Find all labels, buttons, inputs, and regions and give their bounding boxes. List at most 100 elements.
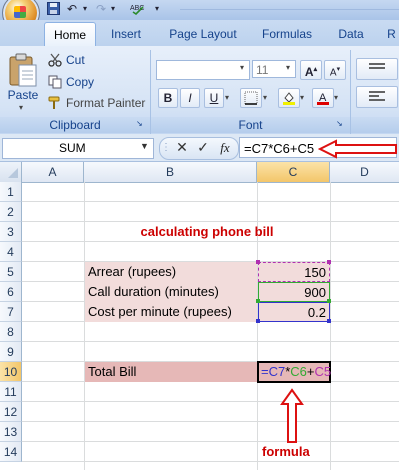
row-header[interactable]: 11: [0, 382, 22, 402]
insert-function-button[interactable]: fx: [216, 139, 234, 156]
row-header[interactable]: 9: [0, 342, 22, 362]
font-color-icon[interactable]: A: [312, 88, 334, 108]
shrink-font-icon[interactable]: A▾: [324, 60, 346, 80]
tab-review-partial[interactable]: R: [384, 22, 399, 46]
row-header[interactable]: 6: [0, 282, 22, 302]
formula-bar-grip-icon: ⋮: [161, 142, 171, 153]
label-cell-total-bill[interactable]: Total Bill: [85, 362, 257, 382]
row-header[interactable]: 5: [0, 262, 22, 282]
select-all-button[interactable]: [0, 162, 22, 182]
row-header[interactable]: 3: [0, 222, 22, 242]
gridline: [22, 341, 399, 342]
gridline: [22, 201, 399, 202]
formula-text: =C7*C6+C5: [244, 141, 315, 156]
tab-home[interactable]: Home: [44, 22, 96, 47]
name-box-dropdown-icon[interactable]: ▼: [140, 141, 149, 151]
underline-button[interactable]: U: [204, 88, 224, 108]
paste-button[interactable]: Paste: [6, 88, 40, 102]
align-left-icon[interactable]: [356, 86, 398, 108]
enter-check-icon[interactable]: ✓: [195, 139, 211, 156]
redo-dropdown-icon[interactable]: ▾: [108, 2, 118, 16]
title-divider: [180, 9, 399, 10]
cut-icon: [48, 53, 62, 67]
row-header[interactable]: 10: [0, 362, 22, 382]
top-align-icon[interactable]: [356, 58, 398, 80]
customize-toolbar-icon[interactable]: ▾: [152, 2, 162, 16]
format-painter-button[interactable]: Format Painter: [66, 96, 145, 110]
formula-ref-c7: C7: [268, 364, 286, 379]
range-handle[interactable]: [256, 319, 260, 323]
tab-page-layout[interactable]: Page Layout: [162, 22, 244, 46]
formula-op-plus: +: [306, 364, 315, 379]
value-cell-call-duration[interactable]: 900: [258, 282, 330, 302]
clipboard-launcher-icon[interactable]: ↘: [136, 119, 146, 129]
range-handle[interactable]: [327, 260, 331, 264]
value-cell-arrear[interactable]: 150: [258, 262, 330, 282]
fill-color-icon[interactable]: [278, 88, 300, 108]
font-launcher-icon[interactable]: ↘: [336, 119, 346, 129]
formula-eq: =: [261, 364, 269, 379]
redo-icon[interactable]: ↷: [95, 2, 107, 16]
row-header[interactable]: 12: [0, 402, 22, 422]
label-cell-arrear[interactable]: Arrear (rupees): [85, 262, 257, 282]
borders-icon[interactable]: [240, 88, 262, 108]
paste-icon[interactable]: [6, 52, 40, 88]
column-header-a[interactable]: A: [22, 162, 84, 182]
italic-button[interactable]: I: [180, 88, 200, 108]
row-header[interactable]: 4: [0, 242, 22, 262]
name-box[interactable]: SUM: [2, 138, 154, 159]
undo-dropdown-icon[interactable]: ▾: [80, 2, 90, 16]
cancel-entry-icon[interactable]: ✕: [174, 139, 190, 156]
range-handle[interactable]: [256, 299, 260, 303]
bold-button[interactable]: B: [158, 88, 178, 108]
active-cell-c10[interactable]: =C7*C6+C5: [257, 361, 331, 383]
office-logo-icon: [14, 6, 26, 18]
range-handle[interactable]: [327, 319, 331, 323]
font-name-dropdown-icon[interactable]: ▾: [240, 63, 244, 72]
font-size-dropdown-icon[interactable]: ▾: [286, 63, 290, 72]
borders-dropdown-icon[interactable]: ▾: [263, 93, 267, 102]
label-cell-call-duration[interactable]: Call duration (minutes): [85, 282, 257, 302]
column-header-c[interactable]: C: [257, 162, 330, 182]
formula-ref-c5: C5: [314, 364, 332, 379]
cut-button[interactable]: Cut: [66, 53, 85, 67]
underline-dropdown-icon[interactable]: ▾: [225, 93, 229, 102]
alignment-group-label: [351, 117, 399, 133]
gridline: [330, 182, 331, 470]
row-header[interactable]: 1: [0, 182, 22, 202]
label-cell-cost-per-minute[interactable]: Cost per minute (rupees): [85, 302, 257, 322]
row-header[interactable]: 2: [0, 202, 22, 222]
column-header-d[interactable]: D: [330, 162, 399, 182]
gridline: [22, 441, 399, 442]
clipboard-group-label: Clipboard: [0, 117, 150, 133]
gridline: [22, 461, 399, 462]
fill-color-dropdown-icon[interactable]: ▾: [300, 93, 304, 102]
save-icon[interactable]: [46, 2, 60, 16]
tab-formulas[interactable]: Formulas: [252, 22, 322, 46]
row-header[interactable]: 13: [0, 422, 22, 442]
row-header[interactable]: 14: [0, 442, 22, 462]
copy-button[interactable]: Copy: [66, 75, 94, 89]
sheet-title-cell[interactable]: calculating phone bill: [84, 222, 330, 242]
name-box-value: SUM: [59, 141, 86, 155]
tab-insert[interactable]: Insert: [100, 22, 152, 46]
grow-font-icon[interactable]: A▴: [300, 60, 322, 80]
column-header-b[interactable]: B: [84, 162, 257, 182]
font-name-combo[interactable]: [156, 60, 250, 80]
paste-dropdown-icon[interactable]: ▾: [19, 103, 23, 112]
gridline: [22, 401, 399, 402]
annotation-arrow-up-icon: [280, 388, 304, 444]
row-header[interactable]: 7: [0, 302, 22, 322]
row-header[interactable]: 8: [0, 322, 22, 342]
copy-icon: [48, 75, 62, 89]
range-handle[interactable]: [256, 260, 260, 264]
font-color-dropdown-icon[interactable]: ▾: [334, 93, 338, 102]
range-handle[interactable]: [327, 299, 331, 303]
font-size-value: 11: [256, 63, 269, 77]
undo-icon[interactable]: ↶: [66, 2, 78, 16]
spelling-check-icon[interactable]: ABC: [130, 2, 146, 16]
value-cell-cost-per-minute[interactable]: 0.2: [258, 302, 330, 322]
font-group-label: Font: [151, 117, 350, 133]
tab-data[interactable]: Data: [332, 22, 370, 46]
annotation-arrow-left-icon: [317, 139, 398, 159]
